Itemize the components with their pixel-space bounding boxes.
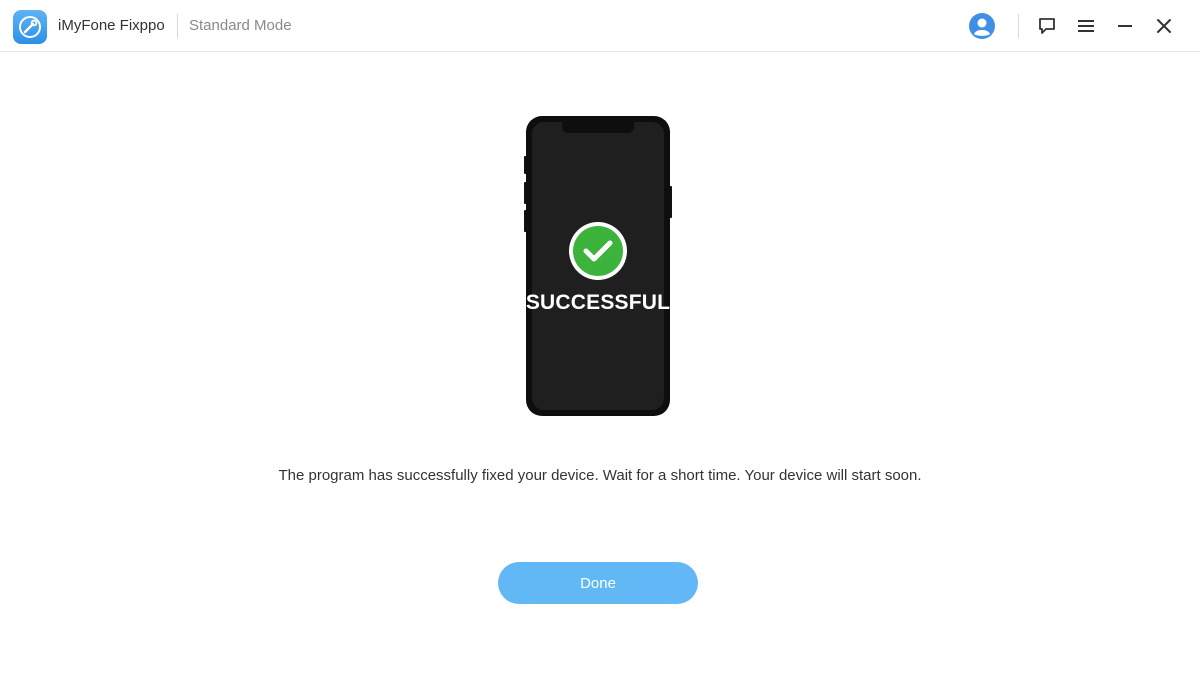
app-name: iMyFone Fixppo: [58, 17, 165, 34]
app-window: iMyFone Fixppo Standard Mode SUCCESSFUL …: [0, 0, 1200, 677]
status-label: SUCCESSFUL: [525, 291, 671, 314]
success-check-icon: [567, 220, 629, 282]
menu-icon[interactable]: [1072, 12, 1100, 40]
title-bar: iMyFone Fixppo Standard Mode: [0, 0, 1200, 52]
toolbar-divider: [1018, 14, 1019, 38]
app-logo-icon: [13, 10, 47, 44]
done-button[interactable]: Done: [498, 562, 698, 604]
result-message: The program has successfully fixed your …: [278, 467, 922, 484]
feedback-icon[interactable]: [1033, 12, 1061, 40]
title-divider: [177, 14, 178, 38]
minimize-icon[interactable]: [1111, 12, 1139, 40]
user-avatar-icon[interactable]: [968, 12, 996, 40]
mode-label: Standard Mode: [189, 17, 292, 34]
close-icon[interactable]: [1150, 12, 1178, 40]
